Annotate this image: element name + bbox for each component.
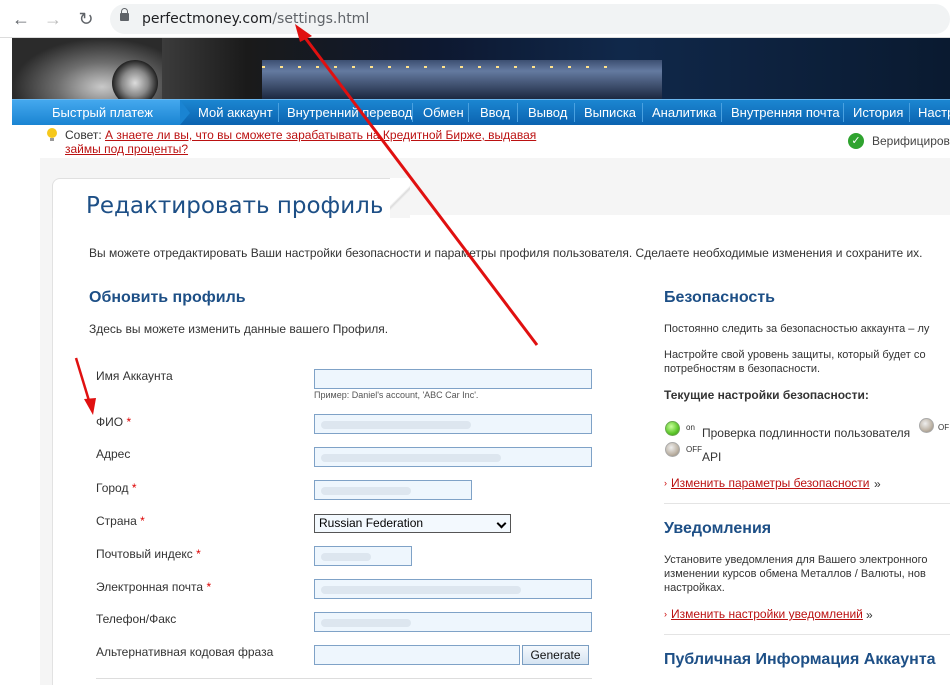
arrow-to-fio-head: [84, 398, 96, 415]
annotation-arrows: [74, 24, 539, 415]
arrow-to-url-line: [301, 34, 539, 346]
arrow-to-url-head: [295, 24, 312, 42]
arrow-to-fio-line: [74, 357, 92, 405]
